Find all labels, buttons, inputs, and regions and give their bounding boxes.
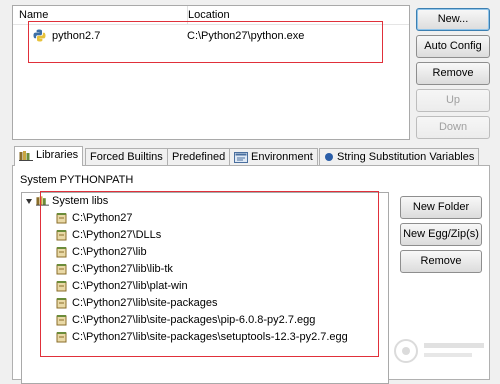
up-button[interactable]: Up (416, 89, 490, 112)
libraries-icon (19, 150, 33, 161)
tab-label: Forced Builtins (90, 151, 163, 163)
environment-icon (234, 151, 248, 163)
tab-label: String Substitution Variables (337, 151, 475, 163)
down-button[interactable]: Down (416, 116, 490, 139)
new-egg-zip-button[interactable]: New Egg/Zip(s) (400, 223, 482, 246)
tab-forced-builtins[interactable]: Forced Builtins (85, 148, 168, 166)
tab-predefined[interactable]: Predefined (167, 148, 231, 166)
new-folder-button[interactable]: New Folder (400, 196, 482, 219)
interpreter-table: Name Location python2.7 C:\Python27\pyth… (12, 5, 410, 140)
highlight-box (28, 21, 383, 63)
expand-arrow-icon[interactable] (26, 198, 33, 205)
bullet-icon (325, 153, 333, 162)
auto-config-button[interactable]: Auto Config (416, 35, 490, 58)
tab-label: Environment (251, 151, 313, 163)
system-pythonpath-label: System PYTHONPATH (20, 174, 134, 186)
tab-label: Libraries (36, 149, 79, 161)
tab-libraries[interactable]: Libraries (14, 146, 84, 166)
highlight-box (40, 191, 379, 357)
watermark-logo (394, 339, 484, 363)
column-header-location[interactable]: Location (188, 9, 230, 21)
tab-environment[interactable]: Environment (229, 148, 318, 166)
system-libs-tree[interactable]: System libs C:\Python27 C:\Python27\DLLs… (21, 191, 389, 384)
new-interpreter-button[interactable]: New... (416, 8, 490, 31)
remove-interpreter-button[interactable]: Remove (416, 62, 490, 85)
column-header-name[interactable]: Name (19, 9, 48, 21)
remove-library-button[interactable]: Remove (400, 250, 482, 273)
tab-label: Predefined (172, 151, 226, 163)
tab-string-substitution-variables[interactable]: String Substitution Variables (319, 148, 480, 166)
